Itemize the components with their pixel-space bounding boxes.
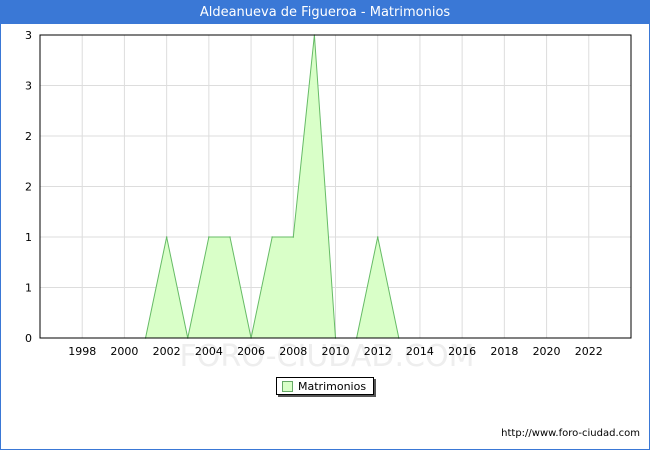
grid (40, 34, 631, 339)
legend-label: Matrimonios (298, 379, 367, 393)
y-tick-label: 2 (25, 130, 32, 143)
x-tick-label: 2000 (110, 345, 138, 358)
data-point (165, 236, 168, 238)
x-tick-label: 2022 (575, 345, 603, 358)
x-tick-label: 1998 (68, 345, 96, 358)
x-tick-label: 2018 (490, 345, 518, 358)
y-tick-label: 0 (25, 332, 32, 345)
x-tick-label: 2006 (237, 345, 265, 358)
data-point (292, 236, 295, 238)
legend: Matrimonios (276, 377, 374, 395)
x-tick-label: 2008 (279, 345, 307, 358)
source-url[interactable]: http://www.foro-ciudad.com (501, 428, 640, 439)
data-point (208, 236, 210, 238)
x-tick-label: 2002 (153, 345, 181, 358)
y-tick-label: 2 (25, 181, 32, 194)
y-tick-label: 3 (25, 80, 32, 93)
y-tick-label: 1 (25, 231, 32, 244)
y-tick-label: 1 (25, 282, 32, 295)
x-tick-label: 2012 (364, 345, 392, 358)
x-tick-label: 2010 (322, 345, 350, 358)
data-point (376, 236, 379, 238)
x-tick-label: 2014 (406, 345, 434, 358)
data-point (229, 236, 231, 238)
y-tick-label: 3 (25, 29, 32, 42)
data-point (271, 236, 273, 238)
x-tick-label: 2020 (533, 345, 561, 358)
x-tick-label: 2004 (195, 345, 223, 358)
x-tick-label: 2016 (448, 345, 476, 358)
legend-swatch (282, 380, 293, 392)
